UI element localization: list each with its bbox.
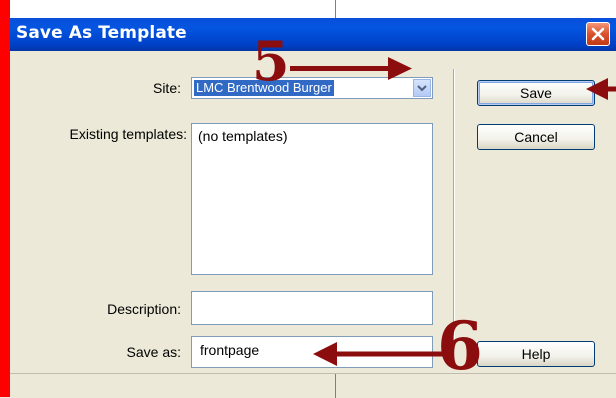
save-as-label: Save as: [126, 344, 181, 360]
arrow-left-icon [313, 342, 445, 366]
dialog-title: Save As Template [16, 23, 187, 43]
list-item[interactable]: (no templates) [198, 128, 287, 144]
description-input[interactable] [191, 291, 433, 325]
background-window-bottom [10, 373, 616, 398]
step-6-marker: 6 [437, 307, 483, 385]
red-border-strip [0, 0, 10, 397]
existing-templates-label: Existing templates: [69, 126, 188, 142]
save-as-value: frontpage [200, 342, 260, 358]
close-icon [591, 27, 605, 41]
existing-templates-list[interactable]: (no templates) [191, 123, 433, 275]
step-5-marker: 5 [252, 29, 290, 93]
chevron-down-icon [417, 85, 427, 92]
background-divider [335, 0, 336, 18]
help-button[interactable]: Help [477, 341, 595, 367]
site-dropdown-button[interactable] [413, 79, 431, 97]
close-button[interactable] [586, 22, 610, 46]
background-divider-bottom [335, 374, 336, 398]
dialog-titlebar: Save As Template [10, 18, 616, 51]
save-button[interactable]: Save [477, 80, 595, 106]
background-window-strip [10, 0, 616, 19]
cancel-button[interactable]: Cancel [477, 124, 595, 150]
arrow-left-icon [586, 78, 616, 100]
site-label: Site: [152, 80, 181, 96]
arrow-right-icon [290, 57, 412, 80]
dialog-body: Site: LMC Brentwood Burger Existing temp… [10, 51, 616, 373]
description-label: Description: [107, 301, 181, 317]
